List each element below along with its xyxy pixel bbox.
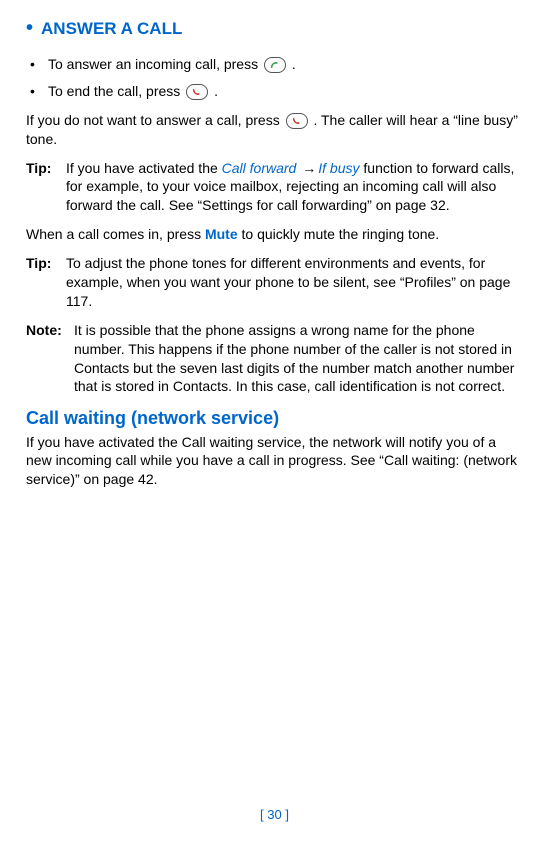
- page-number: [ 30 ]: [0, 806, 549, 824]
- text-fragment: To end the call, press: [48, 83, 184, 99]
- text-fragment: If you do not want to answer a call, pre…: [26, 112, 284, 128]
- text-fragment: If you have activated the: [66, 160, 222, 176]
- tip-label: Tip:: [26, 159, 66, 216]
- bullet-list: • To answer an incoming call, press . • …: [30, 55, 523, 101]
- call-forward-link[interactable]: Call forward: [222, 160, 297, 176]
- reject-paragraph: If you do not want to answer a call, pre…: [26, 111, 523, 149]
- tip-body: If you have activated the Call forward →…: [66, 159, 523, 216]
- list-item-text: To end the call, press .: [48, 82, 523, 101]
- note-body: It is possible that the phone assigns a …: [74, 321, 523, 397]
- subsection-body: If you have activated the Call waiting s…: [26, 433, 523, 490]
- section-heading: •ANSWER A CALL: [26, 18, 523, 41]
- list-item-text: To answer an incoming call, press .: [48, 55, 523, 74]
- text-fragment: To answer an incoming call, press: [48, 56, 262, 72]
- end-key-icon: [186, 84, 208, 100]
- tip-block: Tip: To adjust the phone tones for diffe…: [26, 254, 523, 311]
- arrow-icon: →: [298, 160, 316, 176]
- tip-body: To adjust the phone tones for different …: [66, 254, 523, 311]
- bullet-dot-icon: •: [30, 84, 48, 98]
- text-fragment: to quickly mute the ringing tone.: [238, 226, 440, 242]
- mute-paragraph: When a call comes in, press Mute to quic…: [26, 225, 523, 244]
- heading-text: ANSWER A CALL: [41, 19, 182, 38]
- text-fragment: .: [214, 83, 218, 99]
- list-item: • To answer an incoming call, press .: [30, 55, 523, 74]
- tip-label: Tip:: [26, 254, 66, 311]
- text-fragment: .: [292, 56, 296, 72]
- text-fragment: When a call comes in, press: [26, 226, 205, 242]
- answer-key-icon: [264, 57, 286, 73]
- end-key-icon: [286, 113, 308, 129]
- list-item: • To end the call, press .: [30, 82, 523, 101]
- if-busy-link[interactable]: If busy: [318, 160, 359, 176]
- tip-block: Tip: If you have activated the Call forw…: [26, 159, 523, 216]
- note-block: Note: It is possible that the phone assi…: [26, 321, 523, 397]
- bullet-dot-icon: •: [30, 57, 48, 71]
- subsection-heading: Call waiting (network service): [26, 406, 523, 430]
- mute-keyword: Mute: [205, 226, 238, 242]
- note-label: Note:: [26, 321, 74, 397]
